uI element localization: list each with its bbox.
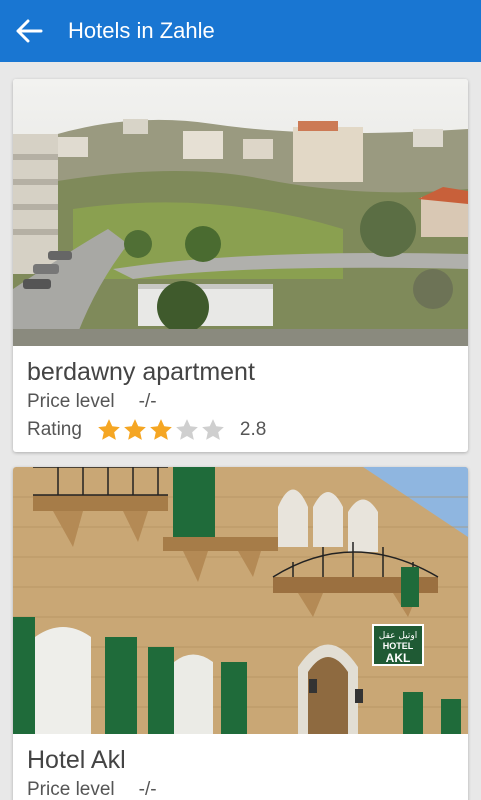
arrow-back-icon xyxy=(16,19,43,43)
price-value: -/- xyxy=(138,391,157,412)
sign-text-name: AKL xyxy=(386,651,411,665)
rating-label: Rating xyxy=(27,419,82,440)
star-filled-icon xyxy=(124,419,146,440)
app-bar: Hotels in Zahle xyxy=(0,0,481,62)
rating-stars xyxy=(96,417,226,443)
hotel-list[interactable]: berdawny apartment Price level -/- Ratin… xyxy=(0,62,481,800)
sign-text-hotel: HOTEL xyxy=(383,641,414,651)
hotel-name: Hotel Akl xyxy=(27,746,126,774)
price-row: Price level -/- xyxy=(27,776,454,800)
hotel-card-berdawny[interactable]: berdawny apartment Price level -/- Ratin… xyxy=(13,79,468,452)
price-label: Price level xyxy=(27,391,115,412)
star-empty-icon xyxy=(176,419,198,440)
star-empty-icon xyxy=(202,419,224,440)
hotel-photo xyxy=(13,79,468,346)
price-value: -/- xyxy=(138,779,157,800)
rating-value: 2.8 xyxy=(239,419,267,440)
star-filled-icon xyxy=(150,419,172,440)
price-row: Price level -/- xyxy=(27,388,454,416)
hotel-name: berdawny apartment xyxy=(27,358,255,386)
back-button[interactable] xyxy=(0,0,58,62)
hotel-card-akl[interactable]: اوتيل عقل HOTEL AKL Hotel Akl Price leve… xyxy=(13,467,468,800)
sign-text-arabic: اوتيل عقل xyxy=(379,631,417,641)
rating-row: Rating 2.8 xyxy=(27,416,454,444)
price-label: Price level xyxy=(27,779,115,800)
star-filled-icon xyxy=(98,419,120,440)
hotel-photo: اوتيل عقل HOTEL AKL xyxy=(13,467,468,734)
page-title: Hotels in Zahle xyxy=(68,18,215,43)
